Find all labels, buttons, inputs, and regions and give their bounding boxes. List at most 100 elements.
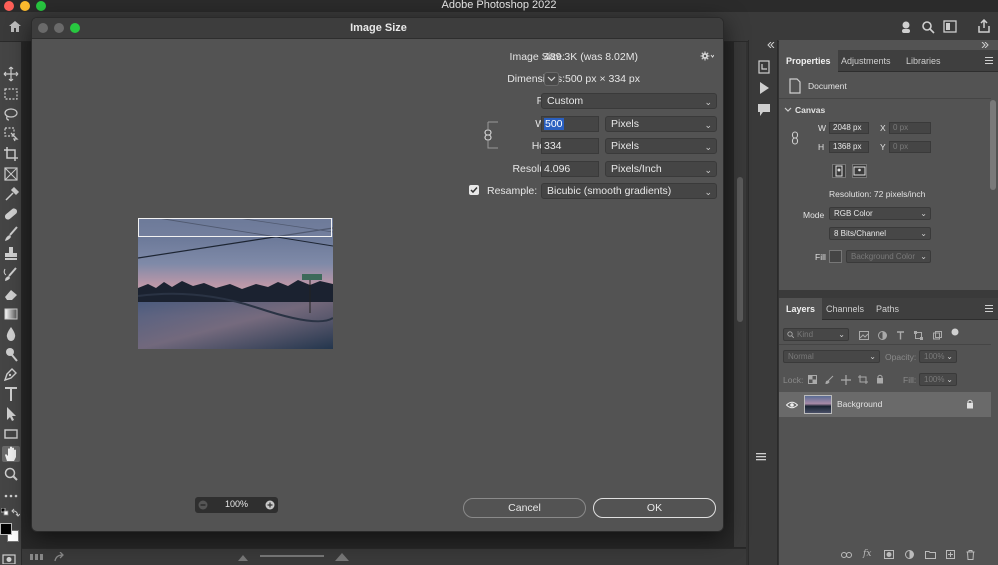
trash-icon[interactable] [966, 550, 975, 560]
lock-position-icon[interactable] [841, 375, 851, 385]
resample-checkbox[interactable] [469, 185, 479, 195]
lock-all-icon[interactable] [876, 374, 884, 384]
arrow-share-icon[interactable] [54, 552, 66, 562]
lock-pixels-icon[interactable] [825, 375, 834, 384]
blur-tool-icon[interactable] [2, 326, 20, 342]
add-mask-icon[interactable] [884, 550, 894, 559]
tab-adjustments[interactable]: Adjustments [834, 50, 898, 72]
canvas-x-field[interactable]: 0 px [889, 122, 931, 134]
new-layer-icon[interactable] [946, 550, 955, 559]
canvas-height-field[interactable]: 1368 px [829, 141, 869, 153]
mode-select[interactable]: RGB Color ⌄ [829, 207, 931, 220]
quick-mask-icon[interactable] [2, 554, 16, 564]
default-colors-icon[interactable] [1, 508, 9, 516]
gradient-tool-icon[interactable] [2, 306, 20, 322]
height-unit-select[interactable]: Pixels ⌄ [605, 138, 717, 154]
dock-menu-icon[interactable] [756, 453, 766, 461]
portrait-orientation-icon[interactable] [832, 164, 846, 178]
more-tools-icon[interactable] [2, 488, 20, 504]
canvas-y-field[interactable]: 0 px [889, 141, 931, 153]
zoom-slider[interactable] [260, 555, 324, 557]
mountain-large-icon[interactable] [335, 553, 349, 561]
canvas-width-field[interactable]: 2048 px [829, 122, 869, 134]
foreground-color-swatch[interactable] [0, 523, 12, 535]
link-layers-icon[interactable] [841, 551, 852, 559]
canvas-section-header[interactable]: Canvas [795, 105, 825, 115]
comments-icon[interactable] [755, 102, 773, 118]
lasso-tool-icon[interactable] [2, 106, 20, 122]
tab-channels[interactable]: Channels [819, 298, 871, 320]
tab-layers[interactable]: Layers [779, 298, 823, 320]
share-icon[interactable] [977, 19, 991, 34]
layer-name[interactable]: Background [837, 399, 882, 409]
healing-brush-tool-icon[interactable] [2, 206, 20, 222]
brush-tool-icon[interactable] [2, 226, 20, 242]
lock-transparency-icon[interactable] [808, 375, 817, 384]
hand-tool-icon[interactable] [2, 446, 20, 462]
type-tool-icon[interactable] [2, 386, 20, 402]
width-input[interactable]: 500 [541, 116, 599, 132]
layer-row[interactable]: Background [779, 392, 991, 417]
tab-paths[interactable]: Paths [869, 298, 906, 320]
history-panel-icon[interactable] [755, 59, 773, 75]
dimensions-unit-toggle[interactable] [544, 72, 559, 86]
layer-filter-kind[interactable]: Kind ⌄ [783, 328, 849, 341]
marquee-tool-icon[interactable] [2, 86, 20, 102]
adjustment-layer-icon[interactable] [905, 550, 914, 559]
opacity-field[interactable]: 100% ⌄ [919, 350, 957, 363]
path-selection-tool-icon[interactable] [2, 406, 20, 422]
tab-libraries[interactable]: Libraries [899, 50, 948, 72]
properties-scrollbar[interactable] [990, 100, 996, 190]
clone-stamp-tool-icon[interactable] [2, 246, 20, 262]
zoom-tool-icon[interactable] [2, 466, 20, 482]
rectangle-tool-icon[interactable] [2, 426, 20, 442]
filter-adjustment-icon[interactable] [878, 331, 887, 340]
resample-method-select[interactable]: Bicubic (smooth gradients) ⌄ [541, 183, 717, 199]
layers-panel-menu-icon[interactable] [985, 305, 993, 313]
collapse-double-chevron-icon[interactable] [767, 42, 775, 48]
object-selection-tool-icon[interactable] [2, 126, 20, 142]
workspace-icon[interactable] [943, 20, 957, 33]
home-icon[interactable] [8, 20, 22, 33]
tab-properties[interactable]: Properties [779, 50, 838, 72]
properties-panel-menu-icon[interactable] [985, 57, 993, 65]
search-icon[interactable] [921, 20, 935, 34]
fill-select[interactable]: Background Color ⌄ [846, 250, 931, 263]
filter-shape-icon[interactable] [914, 331, 923, 340]
pen-tool-icon[interactable] [2, 366, 20, 382]
dodge-tool-icon[interactable] [2, 346, 20, 362]
height-input[interactable]: 334 [541, 138, 599, 154]
ok-button[interactable]: OK [593, 498, 716, 518]
learn-icon[interactable] [899, 20, 913, 34]
fill-opacity-field[interactable]: 100% ⌄ [919, 373, 957, 386]
fx-icon[interactable]: fx [863, 549, 871, 559]
eraser-tool-icon[interactable] [2, 286, 20, 302]
collapse-panels-icon[interactable] [981, 42, 989, 48]
gear-icon[interactable] [700, 51, 714, 61]
lock-artboard-icon[interactable] [858, 375, 868, 384]
frame-tool-icon[interactable] [2, 166, 20, 182]
fit-to-select[interactable]: Custom ⌄ [541, 93, 717, 109]
scrollbar-thumb[interactable] [737, 177, 743, 322]
filter-pixel-icon[interactable] [859, 331, 869, 340]
history-brush-tool-icon[interactable] [2, 266, 20, 282]
status-menu-icon[interactable] [30, 554, 44, 560]
workspace-vertical-scrollbar[interactable] [734, 42, 746, 547]
mountain-small-icon[interactable] [238, 555, 248, 561]
landscape-orientation-icon[interactable] [852, 164, 867, 178]
fill-color-swatch[interactable] [829, 250, 842, 263]
eyedropper-tool-icon[interactable] [2, 186, 20, 202]
bit-depth-select[interactable]: 8 Bits/Channel ⌄ [829, 227, 931, 240]
crop-tool-icon[interactable] [2, 146, 20, 162]
resolution-unit-select[interactable]: Pixels/Inch ⌄ [605, 161, 717, 177]
blend-mode-select[interactable]: Normal ⌄ [783, 350, 880, 363]
link-icon[interactable] [791, 131, 799, 145]
cancel-button[interactable]: Cancel [463, 498, 586, 518]
actions-play-icon[interactable] [755, 80, 773, 96]
chevron-down-icon[interactable] [784, 107, 792, 113]
filter-toggle-icon[interactable] [951, 328, 959, 336]
swap-colors-icon[interactable] [11, 508, 20, 517]
zoom-in-icon[interactable] [265, 500, 275, 510]
group-folder-icon[interactable] [925, 550, 936, 559]
filter-smart-object-icon[interactable] [933, 331, 942, 340]
